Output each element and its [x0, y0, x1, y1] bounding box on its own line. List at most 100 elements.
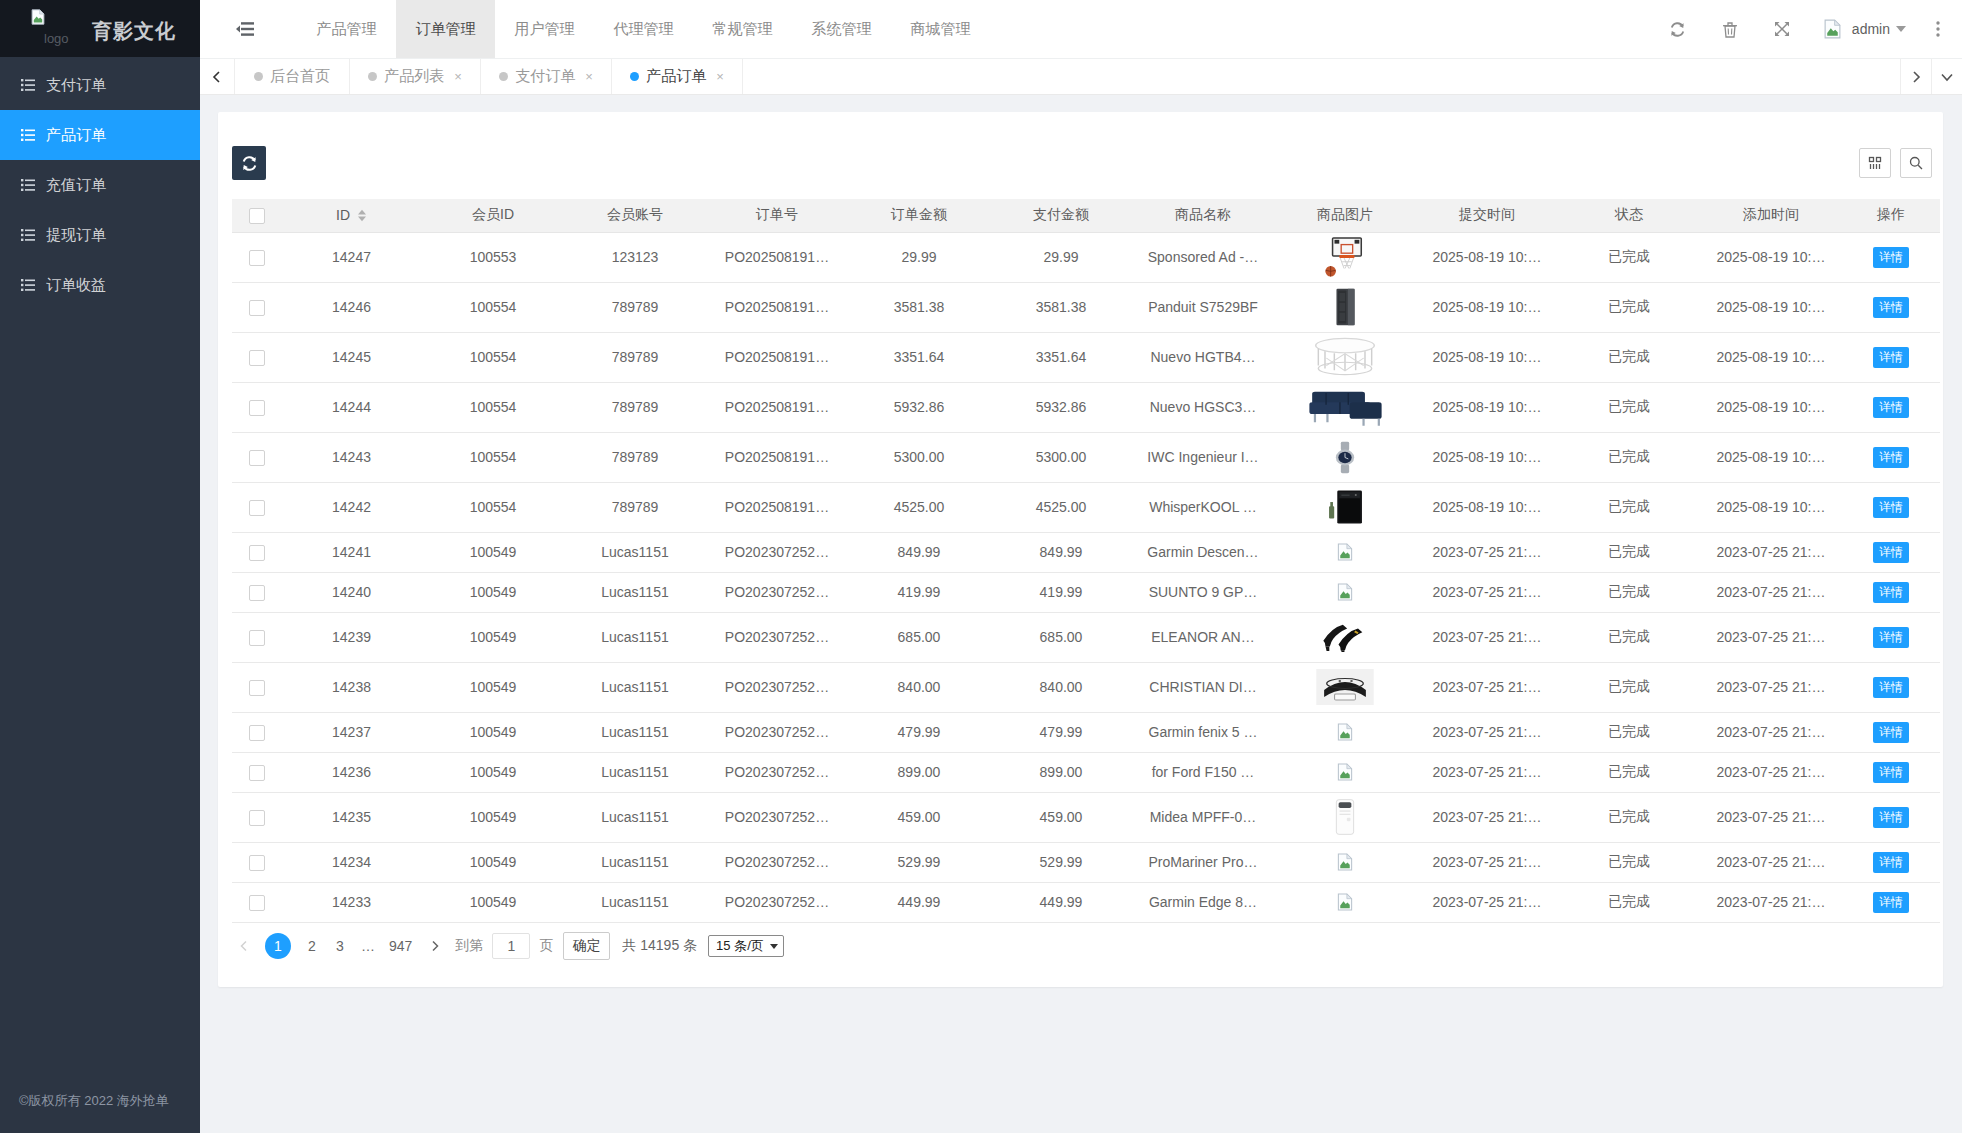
current-page[interactable]: 1	[265, 933, 291, 959]
row-checkbox[interactable]	[249, 400, 265, 416]
cell-member-id: 100554	[422, 282, 564, 332]
cell-member-id: 100549	[422, 662, 564, 712]
chevron-down-icon[interactable]	[1896, 26, 1906, 32]
detail-button[interactable]: 详情	[1873, 542, 1909, 563]
sofa-image[interactable]	[1308, 387, 1383, 427]
round-table-image[interactable]	[1313, 337, 1377, 377]
detail-button[interactable]: 详情	[1873, 677, 1909, 698]
tab-close-icon[interactable]: ×	[716, 69, 724, 84]
sidebar-item-支付订单[interactable]: 支付订单	[0, 60, 200, 110]
search-button[interactable]	[1900, 148, 1932, 178]
black-bag-image[interactable]	[1315, 668, 1375, 706]
detail-button[interactable]: 详情	[1873, 807, 1909, 828]
jump-to-label: 到第	[455, 937, 483, 955]
tabs-scroll-right-button[interactable]	[1900, 59, 1931, 94]
tab-支付订单[interactable]: 支付订单×	[481, 59, 612, 94]
row-checkbox[interactable]	[249, 680, 265, 696]
row-checkbox[interactable]	[249, 810, 265, 826]
cell-member-id: 100554	[422, 382, 564, 432]
trash-icon[interactable]	[1718, 17, 1742, 41]
row-checkbox[interactable]	[249, 855, 265, 871]
sort-icon[interactable]	[357, 209, 367, 222]
cell-order-no: PO202307252…	[706, 712, 848, 752]
page-number-input[interactable]	[492, 933, 530, 959]
tab-close-icon[interactable]: ×	[585, 69, 593, 84]
page-number[interactable]: 947	[389, 938, 412, 954]
refresh-icon[interactable]	[1666, 17, 1690, 41]
avatar-broken-image-icon[interactable]	[1822, 18, 1844, 40]
table-row: 14246100554789789PO202508191…3581.383581…	[232, 282, 1940, 332]
detail-button[interactable]: 详情	[1873, 497, 1909, 518]
filter-columns-button[interactable]	[1859, 148, 1891, 178]
nav-item-代理管理[interactable]: 代理管理	[594, 0, 693, 58]
fullscreen-icon[interactable]	[1770, 17, 1794, 41]
nav-item-常规管理[interactable]: 常规管理	[693, 0, 792, 58]
detail-button[interactable]: 详情	[1873, 397, 1909, 418]
broken-image-icon[interactable]	[1337, 583, 1353, 601]
row-checkbox[interactable]	[249, 725, 265, 741]
detail-button[interactable]: 详情	[1873, 722, 1909, 743]
nav-item-系统管理[interactable]: 系统管理	[792, 0, 891, 58]
row-checkbox[interactable]	[249, 300, 265, 316]
nav-item-订单管理[interactable]: 订单管理	[396, 0, 495, 58]
nav-item-产品管理[interactable]: 产品管理	[297, 0, 396, 58]
next-page-icon[interactable]	[429, 940, 441, 952]
prev-page-icon[interactable]	[238, 940, 250, 952]
detail-button[interactable]: 详情	[1873, 627, 1909, 648]
broken-image-icon[interactable]	[1337, 893, 1353, 911]
tab-后台首页[interactable]: 后台首页	[235, 59, 350, 94]
tab-产品订单[interactable]: 产品订单×	[612, 59, 743, 94]
sidebar-item-充值订单[interactable]: 充值订单	[0, 160, 200, 210]
watch-image[interactable]	[1335, 441, 1355, 474]
detail-button[interactable]: 详情	[1873, 582, 1909, 603]
broken-image-icon[interactable]	[1337, 543, 1353, 561]
broken-image-icon[interactable]	[1337, 853, 1353, 871]
sidebar-item-产品订单[interactable]: 产品订单	[0, 110, 200, 160]
row-checkbox[interactable]	[249, 585, 265, 601]
detail-button[interactable]: 详情	[1873, 347, 1909, 368]
page-number[interactable]: 3	[333, 938, 347, 954]
heels-image[interactable]	[1319, 622, 1371, 652]
detail-button[interactable]: 详情	[1873, 852, 1909, 873]
row-checkbox[interactable]	[249, 350, 265, 366]
detail-button[interactable]: 详情	[1873, 447, 1909, 468]
row-checkbox[interactable]	[249, 545, 265, 561]
tab-close-icon[interactable]: ×	[454, 69, 462, 84]
row-checkbox[interactable]	[249, 450, 265, 466]
server-cabinet-image[interactable]	[1334, 288, 1357, 326]
row-checkbox[interactable]	[249, 500, 265, 516]
select-all-checkbox[interactable]	[249, 208, 265, 224]
page-size-select[interactable]: 15 条/页	[708, 935, 784, 957]
cell-pay-amount: 849.99	[990, 532, 1132, 572]
row-checkbox[interactable]	[249, 765, 265, 781]
cell-submit-time: 2025-08-19 10:…	[1416, 282, 1558, 332]
detail-button[interactable]: 详情	[1873, 247, 1909, 268]
tabs-menu-button[interactable]	[1931, 59, 1962, 94]
confirm-page-button[interactable]: 确定	[563, 932, 610, 960]
tab-产品列表[interactable]: 产品列表×	[350, 59, 481, 94]
detail-button[interactable]: 详情	[1873, 297, 1909, 318]
page-number[interactable]: 2	[305, 938, 319, 954]
wine-cooler-image[interactable]	[1327, 488, 1364, 526]
row-checkbox[interactable]	[249, 630, 265, 646]
detail-button[interactable]: 详情	[1873, 892, 1909, 913]
refresh-table-button[interactable]	[232, 146, 266, 180]
sidebar-item-提现订单[interactable]: 提现订单	[0, 210, 200, 260]
user-name[interactable]: admin	[1852, 21, 1890, 37]
nav-item-商城管理[interactable]: 商城管理	[891, 0, 990, 58]
basketball-hoop-image[interactable]	[1323, 236, 1367, 278]
cell-product-name: Garmin Descen…	[1132, 532, 1274, 572]
more-vertical-icon[interactable]	[1926, 17, 1950, 41]
cell-order-amount: 449.99	[848, 882, 990, 922]
row-checkbox[interactable]	[249, 250, 265, 266]
row-checkbox[interactable]	[249, 895, 265, 911]
nav-item-用户管理[interactable]: 用户管理	[495, 0, 594, 58]
collapse-menu-icon[interactable]	[225, 0, 265, 58]
tabs-scroll-left-button[interactable]	[200, 59, 235, 94]
broken-image-icon[interactable]	[1337, 723, 1353, 741]
sidebar-item-订单收益[interactable]: 订单收益	[0, 260, 200, 310]
cell-checkbox	[232, 752, 281, 792]
air-conditioner-image[interactable]	[1335, 798, 1355, 836]
detail-button[interactable]: 详情	[1873, 762, 1909, 783]
broken-image-icon[interactable]	[1337, 763, 1353, 781]
